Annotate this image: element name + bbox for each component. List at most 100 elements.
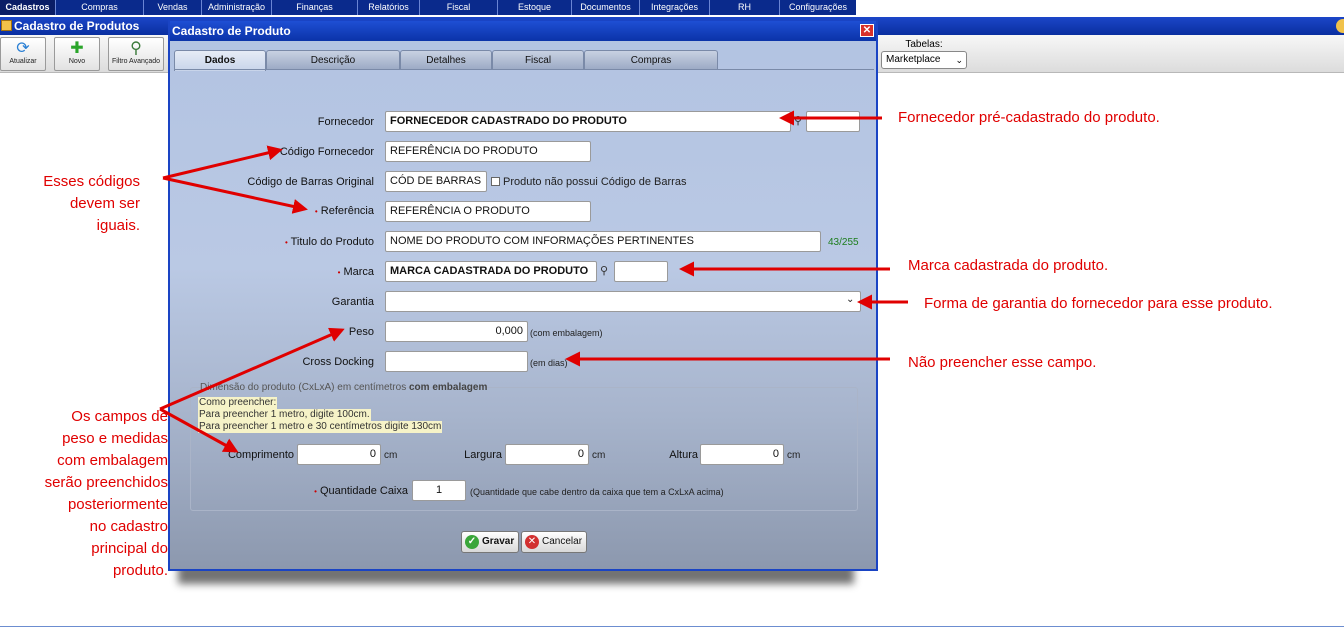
annotation-line: principal do [91, 540, 168, 557]
refresh-label: Atualizar [9, 58, 37, 65]
cross-docking-label: Cross Docking [302, 356, 374, 368]
tab-dados[interactable]: Dados [174, 50, 266, 71]
no-barcode-label: Produto não possui Código de Barras [503, 176, 687, 188]
window-title: Cadastro de Produtos [14, 19, 140, 33]
codigo-barras-field[interactable]: CÓD DE BARRAS [385, 171, 487, 192]
dimensions-hint-title: Como preencher: [198, 397, 278, 409]
chevron-down-icon: ⌄ [955, 55, 963, 65]
menu-item-configuracoes[interactable]: Configurações [780, 0, 856, 15]
altura-unit: cm [787, 450, 801, 461]
quantidade-caixa-field[interactable]: 1 [412, 480, 466, 501]
fornecedor-field[interactable]: FORNECEDOR CADASTRADO DO PRODUTO [385, 111, 791, 132]
altura-label: Altura [669, 449, 698, 461]
menu-item-vendas[interactable]: Vendas [144, 0, 202, 15]
annotation-line: serão preenchidos [44, 474, 168, 491]
menu-item-rh[interactable]: RH [710, 0, 780, 15]
annotation-line: posteriormente [67, 496, 168, 513]
garantia-select[interactable] [385, 291, 861, 312]
referencia-label: • Referência [170, 205, 374, 217]
cross-docking-note: (em dias) [530, 358, 568, 368]
menu-item-financas[interactable]: Finanças [272, 0, 358, 15]
menu-item-documentos[interactable]: Documentos [572, 0, 640, 15]
comprimento-unit: cm [384, 450, 398, 461]
tables-selector: Tabelas: Marketplace ⌄ [881, 39, 967, 69]
dimensions-legend: Dimensão do produto (CxLxA) em centímetr… [200, 382, 487, 393]
codigo-fornecedor-field[interactable]: REFERÊNCIA DO PRODUTO [385, 141, 591, 162]
tables-select[interactable]: Marketplace ⌄ [881, 51, 967, 69]
cross-docking-field[interactable] [385, 351, 528, 372]
menu-item-integracoes[interactable]: Integrações [640, 0, 710, 15]
annotation-marca: Marca cadastrada do produto. [908, 257, 1109, 274]
check-icon: ✓ [465, 535, 479, 549]
annotation-line: com embalagem [57, 452, 168, 469]
menu-item-fiscal[interactable]: Fiscal [420, 0, 498, 15]
required-mark: • [337, 268, 341, 277]
fornecedor-code-field[interactable] [806, 111, 860, 132]
annotation-line: peso e medidas [62, 430, 168, 447]
comprimento-field[interactable]: 0 [297, 444, 381, 465]
top-menu: Cadastros Compras Vendas Administração F… [0, 0, 856, 15]
peso-note: (com embalagem) [530, 328, 603, 338]
plus-icon: ✚ [70, 40, 84, 57]
close-icon[interactable]: ✕ [860, 24, 874, 37]
screen: Cadastros Compras Vendas Administração F… [0, 0, 1344, 630]
largura-field[interactable]: 0 [505, 444, 589, 465]
quantidade-caixa-label: • Quantidade Caixa [270, 485, 408, 497]
filter-label: Filtro Avançado [111, 58, 161, 65]
menu-item-cadastros[interactable]: Cadastros [0, 0, 56, 15]
quantidade-caixa-label-text: Quantidade Caixa [319, 485, 408, 497]
menu-item-estoque[interactable]: Estoque [498, 0, 572, 15]
titulo-counter: 43/255 [828, 237, 859, 248]
folder-icon [1, 20, 12, 31]
titulo-label-text: Titulo do Produto [290, 236, 374, 248]
fornecedor-label: Fornecedor [317, 116, 374, 128]
annotation-cross-docking: Não preencher esse campo. [908, 354, 1097, 371]
tab-fiscal[interactable]: Fiscal [492, 50, 584, 70]
dimensions-hint-line: Para preencher 1 metro e 30 centímetros … [198, 421, 443, 433]
peso-label: Peso [348, 326, 374, 338]
dimensions-legend-text: Dimensão do produto (CxLxA) em centímetr… [200, 382, 409, 393]
tab-compras[interactable]: Compras [584, 50, 718, 70]
required-mark: • [284, 238, 288, 247]
annotation-line: Esses códigos [43, 173, 140, 190]
titulo-label: • Titulo do Produto [170, 236, 374, 248]
refresh-button[interactable]: ⟳ Atualizar [0, 37, 46, 71]
search-icon: ⚲ [130, 40, 142, 57]
altura-field[interactable]: 0 [700, 444, 784, 465]
magnifier-icon[interactable]: ⚲ [794, 114, 802, 127]
menu-item-administracao[interactable]: Administração [202, 0, 272, 15]
largura-unit: cm [592, 450, 606, 461]
menu-item-relatorios[interactable]: Relatórios [358, 0, 420, 15]
annotation-line: no cadastro [89, 518, 168, 535]
dimensions-legend-bold: com embalagem [408, 382, 488, 393]
largura-label: Largura [464, 449, 502, 461]
annotation-line: devem ser [69, 195, 140, 212]
marca-field[interactable]: MARCA CADASTRADA DO PRODUTO [385, 261, 597, 282]
product-modal: Cadastro de Produto ✕ Dados Descrição De… [168, 19, 878, 571]
tab-descricao[interactable]: Descrição [266, 50, 400, 70]
advanced-filter-button[interactable]: ⚲ Filtro Avançado [108, 37, 164, 71]
modal-title: Cadastro de Produto [172, 24, 291, 38]
tab-detalhes[interactable]: Detalhes [400, 50, 492, 70]
titulo-field[interactable]: NOME DO PRODUTO COM INFORMAÇÕES PERTINEN… [385, 231, 821, 252]
modal-header: Cadastro de Produto ✕ [170, 21, 876, 41]
peso-field[interactable]: 0,000 [385, 321, 528, 342]
marca-code-field[interactable] [614, 261, 668, 282]
annotation-peso-medidas: Os campos de peso e medidas com embalage… [20, 406, 168, 582]
annotation-line: iguais. [96, 217, 140, 234]
annotation-line: Os campos de [71, 408, 168, 425]
menu-item-compras[interactable]: Compras [56, 0, 144, 15]
tab-divider [174, 69, 874, 70]
codigo-barras-label: Código de Barras Original [247, 176, 374, 188]
no-barcode-checkbox[interactable] [491, 177, 500, 186]
cancel-button[interactable]: ✕ Cancelar [521, 531, 587, 553]
dimensions-hint-line: Para preencher 1 metro, digite 100cm. [198, 409, 371, 421]
magnifier-icon[interactable]: ⚲ [600, 264, 608, 277]
cancel-icon: ✕ [525, 535, 539, 549]
marca-label-text: Marca [343, 266, 374, 278]
comprimento-label: Comprimento [227, 449, 294, 461]
referencia-field[interactable]: REFERÊNCIA O PRODUTO [385, 201, 591, 222]
annotation-fornecedor: Fornecedor pré-cadastrado do produto. [898, 109, 1160, 126]
save-button[interactable]: ✓ Gravar [461, 531, 519, 553]
new-button[interactable]: ✚ Novo [54, 37, 100, 71]
